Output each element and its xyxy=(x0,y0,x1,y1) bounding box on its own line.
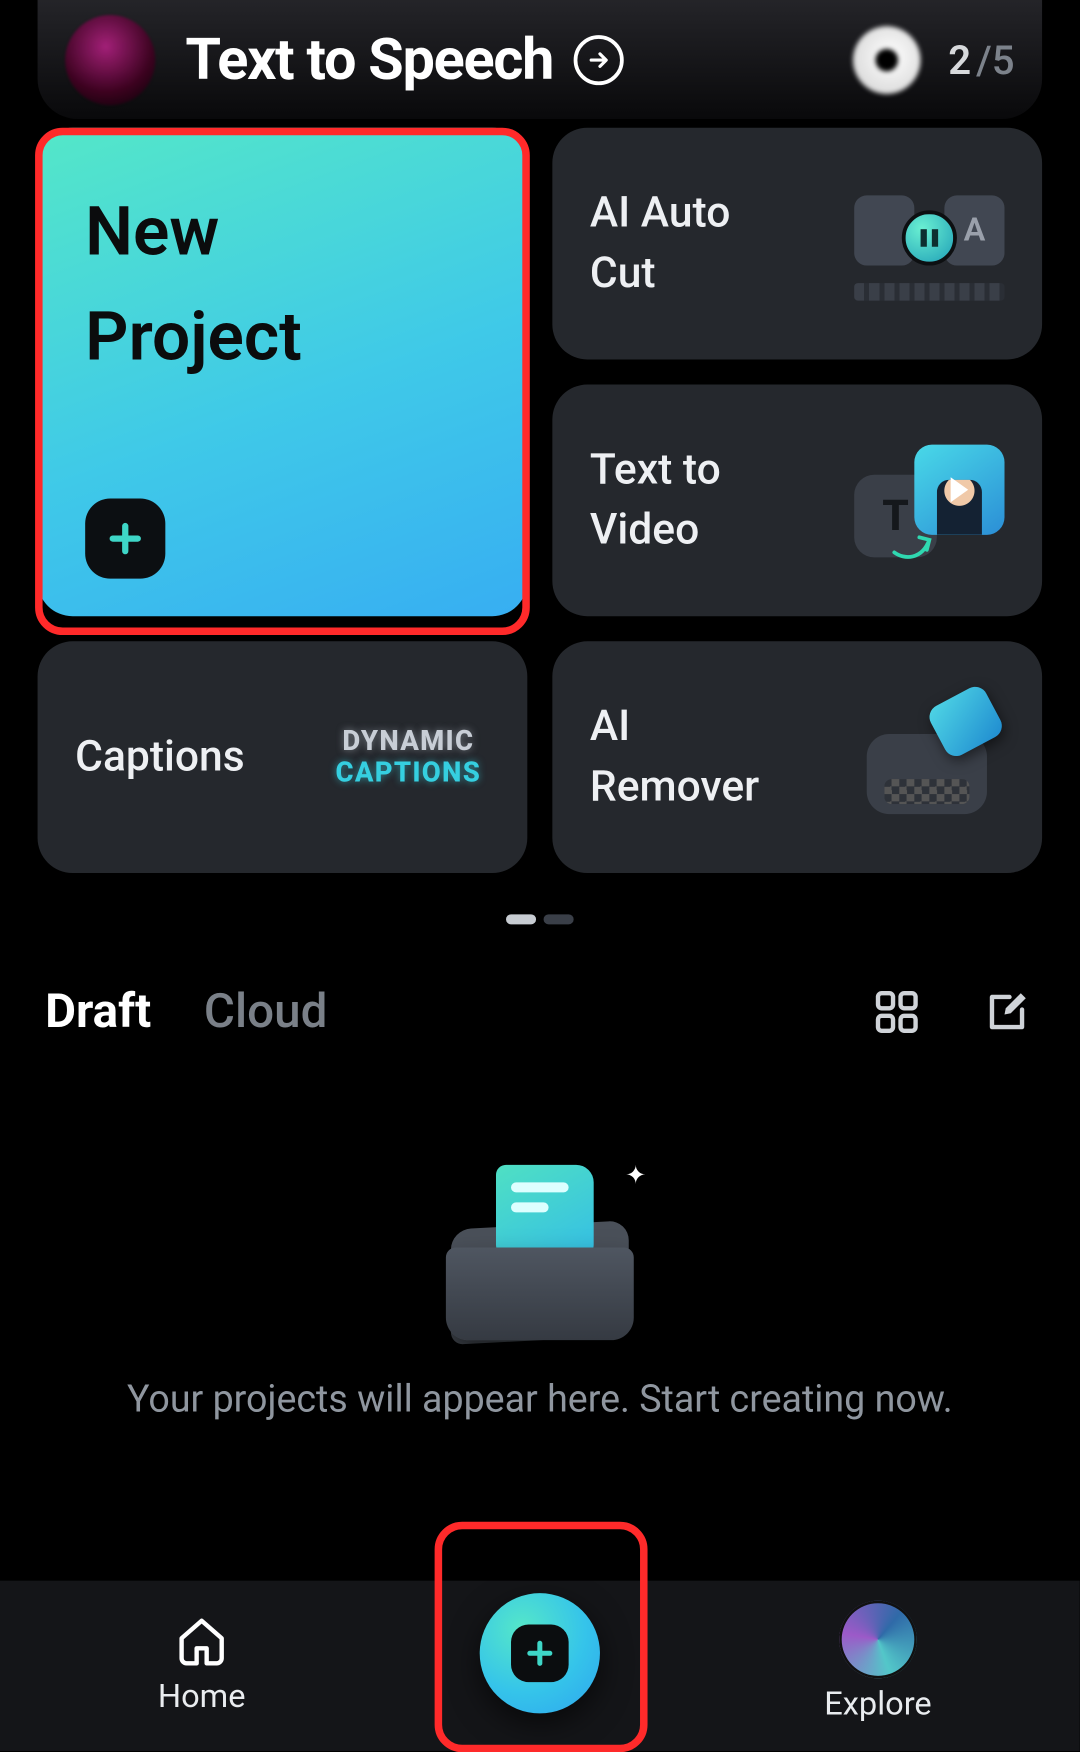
nav-explore[interactable]: Explore xyxy=(753,1601,1004,1724)
captions-label: Captions xyxy=(75,727,245,787)
bottom-nav: Home Explore xyxy=(0,1581,1080,1751)
tab-draft[interactable]: Draft xyxy=(45,984,151,1039)
banner-count-total: /5 xyxy=(976,36,1014,84)
ai-remover-label: AI Remover xyxy=(590,698,759,817)
text-to-video-card[interactable]: Text to Video T xyxy=(552,385,1042,617)
create-fab[interactable] xyxy=(480,1593,600,1713)
empty-projects: ✦ Your projects will appear here. Start … xyxy=(0,1165,1080,1422)
ai-remover-icon xyxy=(854,701,1004,814)
ai-auto-cut-card[interactable]: AI Auto Cut A xyxy=(552,128,1042,360)
project-tabs: Draft Cloud xyxy=(45,984,1034,1039)
dynamic-captions-icon: DYNAMIC CAPTIONS xyxy=(327,726,490,789)
promo-banner[interactable]: Text to Speech 2 /5 xyxy=(38,0,1043,119)
avatar xyxy=(65,14,155,104)
nav-explore-label: Explore xyxy=(824,1686,931,1724)
page-indicator xyxy=(0,914,1080,924)
ai-auto-cut-label: AI Auto Cut xyxy=(590,184,730,303)
nav-home[interactable]: Home xyxy=(76,1608,327,1716)
tools-grid: New Project AI Auto Cut A Text to Video … xyxy=(38,128,1043,873)
play-icon xyxy=(853,26,921,94)
banner-title: Text to Speech xyxy=(185,26,553,94)
nav-home-label: Home xyxy=(158,1678,246,1716)
explore-icon xyxy=(839,1601,917,1679)
tab-cloud[interactable]: Cloud xyxy=(204,984,328,1039)
edit-icon[interactable] xyxy=(979,984,1034,1039)
arrow-right-circle-icon xyxy=(573,34,623,84)
plus-icon xyxy=(511,1624,569,1682)
ai-remover-card[interactable]: AI Remover xyxy=(552,641,1042,873)
empty-folder-icon: ✦ xyxy=(446,1165,634,1340)
text-to-video-label: Text to Video xyxy=(590,441,721,560)
banner-count-current: 2 xyxy=(948,36,971,84)
new-project-card[interactable]: New Project xyxy=(38,128,528,616)
grid-view-icon[interactable] xyxy=(869,984,924,1039)
captions-card[interactable]: Captions DYNAMIC CAPTIONS xyxy=(38,641,528,873)
home-icon xyxy=(170,1608,233,1671)
ai-auto-cut-icon: A xyxy=(854,187,1004,300)
empty-projects-text: Your projects will appear here. Start cr… xyxy=(127,1378,953,1422)
text-to-video-icon: T xyxy=(854,444,1004,557)
plus-icon xyxy=(85,498,165,578)
new-project-label: New Project xyxy=(85,180,302,390)
